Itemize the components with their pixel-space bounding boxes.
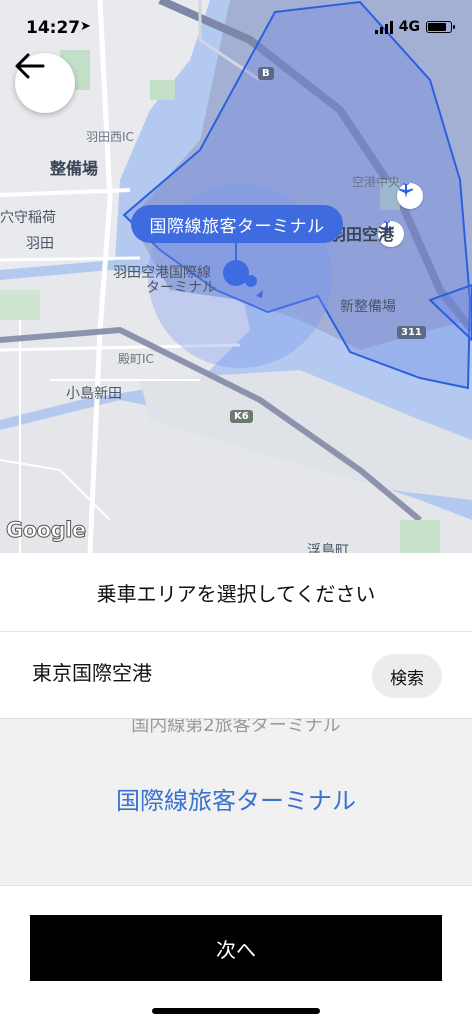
route-badge-311: 311 <box>397 326 426 339</box>
sheet-title: 乗車エリアを選択してください <box>0 553 472 632</box>
map-label-seibijo: 整備場 <box>50 159 99 178</box>
map-label-ic-east: 羽田西IC <box>86 130 134 144</box>
terminal-picker[interactable]: 国内線第2旅客ターミナル 国際線旅客ターミナル <box>0 719 472 886</box>
back-button[interactable] <box>15 53 75 113</box>
google-attribution: Google <box>6 518 87 543</box>
home-indicator <box>152 1008 320 1014</box>
map-label-kojima: 小島新田 <box>66 386 122 402</box>
map-label-ic-daishi: 殿町IC <box>118 352 154 366</box>
battery-icon <box>426 21 455 33</box>
search-button[interactable]: 検索 <box>372 654 442 698</box>
location-arrow-icon: ➤ <box>80 19 91 34</box>
map-label-ic-kuko: 空港中央 <box>352 175 401 189</box>
map-label-terminal-2: ターミナル <box>146 280 216 296</box>
map-label-haneda: 羽田 <box>26 236 54 252</box>
signal-icon <box>374 20 393 34</box>
route-badge-k6: K6 <box>230 410 253 423</box>
picker-option[interactable]: 国内線第2旅客ターミナル <box>0 719 472 737</box>
picker-selected-option[interactable]: 国際線旅客ターミナル <box>0 781 472 816</box>
route-badge-b: B <box>258 67 274 80</box>
arrow-left-icon <box>15 53 45 79</box>
battery-level <box>428 23 447 31</box>
search-row: 検索 <box>0 632 472 719</box>
search-input[interactable] <box>30 658 334 684</box>
map-view[interactable]: 羽田西IC 整備場 穴守稲荷 羽田 羽田空港国際線 ターミナル 殿町IC 小島新… <box>0 0 472 553</box>
airplane-icon[interactable] <box>397 183 423 209</box>
status-time: 14:27 <box>26 18 81 38</box>
map-label-ukishima: 浮島町 <box>307 543 349 553</box>
status-bar: 14:27 ➤ 4G <box>0 0 472 54</box>
next-button[interactable]: 次へ <box>30 915 442 981</box>
map-pin-label[interactable]: 国際線旅客ターミナル <box>131 205 343 243</box>
map-label-shin-seibijo: 新整備場 <box>340 299 396 315</box>
map-label-anamori: 穴守稲荷 <box>0 210 56 226</box>
status-indicators: 4G <box>374 19 455 35</box>
bottom-sheet: 乗車エリアを選択してください 検索 国内線第2旅客ターミナル 国際線旅客ターミナ… <box>0 553 472 1024</box>
network-type: 4G <box>398 19 420 35</box>
